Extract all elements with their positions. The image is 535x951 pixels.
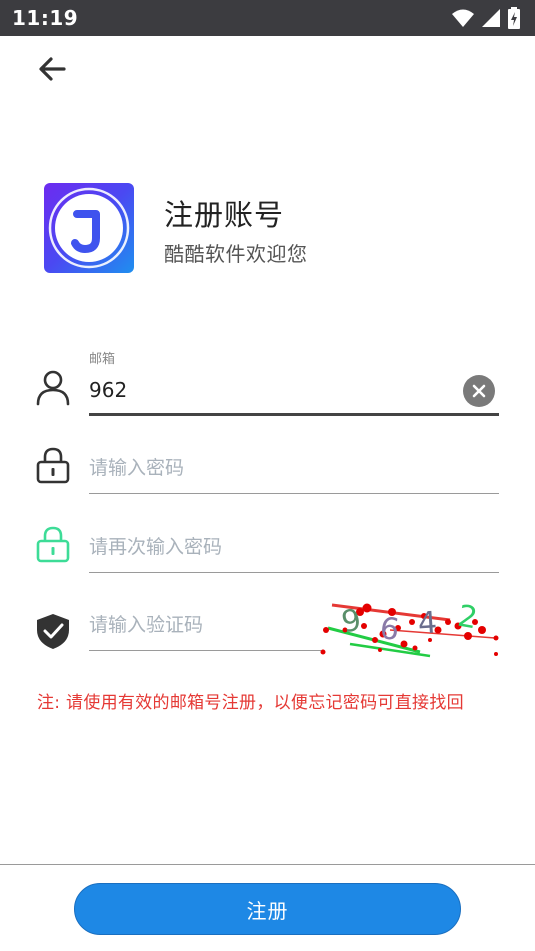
- battery-icon: [508, 7, 520, 29]
- email-input[interactable]: [89, 375, 449, 405]
- back-button[interactable]: [34, 52, 70, 86]
- lock-icon: [36, 447, 70, 484]
- register-button[interactable]: 注册: [74, 883, 461, 935]
- status-time: 11:19: [12, 6, 79, 30]
- captcha-input[interactable]: [89, 609, 314, 641]
- arrow-left-icon: [39, 57, 66, 81]
- clear-email-button[interactable]: [463, 375, 495, 407]
- email-label: 邮箱: [89, 352, 116, 367]
- email-underline: [89, 413, 499, 416]
- notice-text: 注: 请使用有效的邮箱号注册，以便忘记密码可直接找回: [37, 693, 464, 713]
- user-icon: [36, 370, 70, 406]
- signal-icon: [482, 9, 500, 27]
- status-bar: 11:19: [0, 0, 535, 36]
- bottom-divider: [0, 864, 535, 865]
- status-icons: [451, 7, 521, 29]
- page-title: 注册账号: [164, 198, 285, 232]
- captcha-image[interactable]: 9 6 4 2: [320, 599, 500, 660]
- password-underline: [89, 493, 499, 494]
- wifi-icon: [452, 9, 474, 27]
- page-subtitle: 酷酷软件欢迎您: [164, 242, 308, 266]
- close-icon: [472, 384, 486, 398]
- lock-confirm-icon: [36, 526, 70, 563]
- confirm-password-input[interactable]: [89, 531, 489, 563]
- captcha-underline: [89, 650, 321, 651]
- confirm-password-underline: [89, 572, 499, 573]
- app-logo: [44, 183, 134, 273]
- logo-j-icon: [48, 187, 130, 269]
- shield-check-icon: [37, 614, 69, 649]
- password-input[interactable]: [89, 452, 489, 484]
- captcha-char-3: 4: [416, 605, 439, 642]
